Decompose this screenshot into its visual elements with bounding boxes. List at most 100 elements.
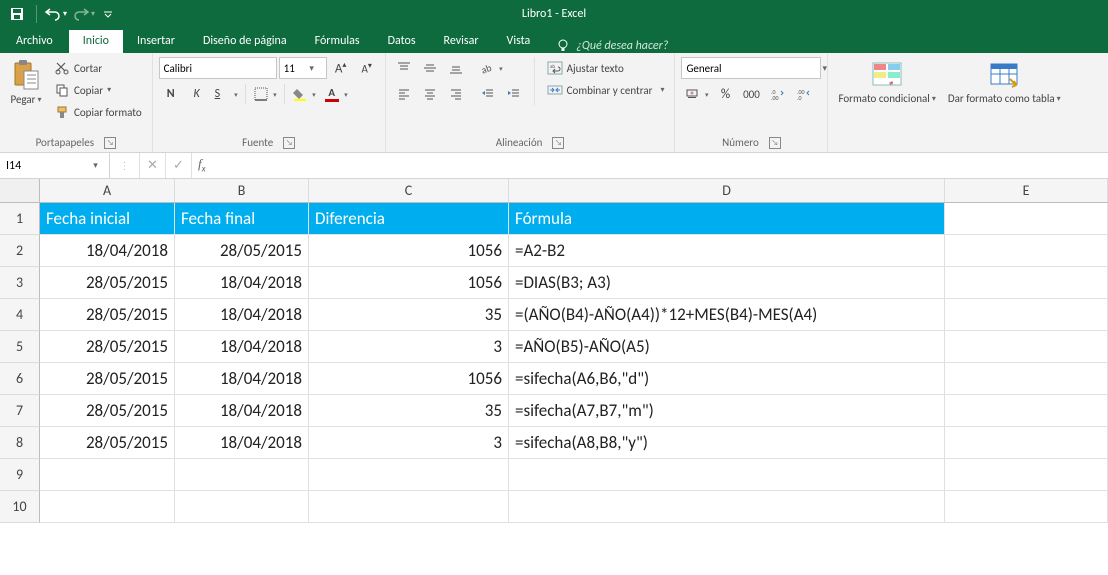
- cell-B10[interactable]: [175, 491, 309, 523]
- row-header-1[interactable]: 1: [0, 203, 40, 235]
- tab-review[interactable]: Revisar: [430, 30, 493, 53]
- cell-E9[interactable]: [945, 459, 1108, 491]
- underline-button[interactable]: S: [211, 83, 241, 105]
- cell-C8[interactable]: 3: [309, 427, 509, 459]
- cell-C10[interactable]: [309, 491, 509, 523]
- cell-A3[interactable]: 28/05/2015: [40, 267, 175, 299]
- cell-D1[interactable]: Fórmula: [509, 203, 945, 235]
- qat-customize[interactable]: [99, 2, 117, 26]
- row-header-9[interactable]: 9: [0, 459, 40, 491]
- font-name-combo[interactable]: ▾: [159, 57, 277, 79]
- cell-D5[interactable]: =AÑO(B5)-AÑO(A5): [509, 331, 945, 363]
- cell-E8[interactable]: [945, 427, 1108, 459]
- increase-font-button[interactable]: A▴: [329, 57, 353, 79]
- cell-C3[interactable]: 1056: [309, 267, 509, 299]
- cell-B6[interactable]: 18/04/2018: [175, 363, 309, 395]
- format-as-table-button[interactable]: Dar formato como tabla▾: [944, 57, 1065, 107]
- cell-E6[interactable]: [945, 363, 1108, 395]
- cell-A7[interactable]: 28/05/2015: [40, 395, 175, 427]
- font-size-input[interactable]: [280, 62, 304, 75]
- cell-C9[interactable]: [309, 459, 509, 491]
- col-header-D[interactable]: D: [509, 179, 945, 202]
- wrap-text-button[interactable]: ab Ajustar texto: [543, 57, 669, 79]
- alignment-dialog-launcher[interactable]: ↘: [552, 137, 564, 149]
- name-box[interactable]: ▾: [0, 153, 110, 178]
- row-header-10[interactable]: 10: [0, 491, 40, 523]
- row-header-4[interactable]: 4: [0, 299, 40, 331]
- name-box-dropdown[interactable]: ▾: [82, 160, 109, 171]
- row-header-6[interactable]: 6: [0, 363, 40, 395]
- align-bottom-button[interactable]: [444, 57, 468, 79]
- formula-input[interactable]: [212, 153, 1108, 178]
- comma-format-button[interactable]: 000: [739, 83, 763, 105]
- cell-D3[interactable]: =DIAS(B3; A3): [509, 267, 945, 299]
- cell-D7[interactable]: =sifecha(A7,B7,"m"): [509, 395, 945, 427]
- italic-button[interactable]: K: [185, 83, 209, 105]
- col-header-E[interactable]: E: [945, 179, 1108, 202]
- cell-E5[interactable]: [945, 331, 1108, 363]
- align-center-button[interactable]: [418, 83, 442, 105]
- font-color-button[interactable]: A: [321, 83, 351, 105]
- cell-C7[interactable]: 35: [309, 395, 509, 427]
- number-dialog-launcher[interactable]: ↘: [769, 137, 781, 149]
- merge-center-button[interactable]: Combinar y centrar▾: [543, 79, 669, 101]
- cell-A9[interactable]: [40, 459, 175, 491]
- cell-C4[interactable]: 35: [309, 299, 509, 331]
- cell-C2[interactable]: 1056: [309, 235, 509, 267]
- tab-insert[interactable]: Insertar: [123, 30, 189, 53]
- percent-format-button[interactable]: %: [713, 83, 737, 105]
- tab-home[interactable]: Inicio: [69, 30, 123, 53]
- cell-B9[interactable]: [175, 459, 309, 491]
- number-format-dropdown[interactable]: ▾: [822, 63, 827, 74]
- format-painter-button[interactable]: Copiar formato: [50, 101, 146, 123]
- cell-D10[interactable]: [509, 491, 945, 523]
- cell-B4[interactable]: 18/04/2018: [175, 299, 309, 331]
- row-header-5[interactable]: 5: [0, 331, 40, 363]
- borders-button[interactable]: [250, 83, 280, 105]
- tab-page-layout[interactable]: Diseño de página: [189, 30, 301, 53]
- col-header-B[interactable]: B: [175, 179, 309, 202]
- decrease-decimal-button[interactable]: .00.0: [791, 83, 815, 105]
- cell-C6[interactable]: 1056: [309, 363, 509, 395]
- cell-D6[interactable]: =sifecha(A6,B6,"d"): [509, 363, 945, 395]
- accounting-format-button[interactable]: [681, 83, 711, 105]
- cell-D4[interactable]: =(AÑO(B4)-AÑO(A4))*12+MES(B4)-MES(A4): [509, 299, 945, 331]
- cell-C5[interactable]: 3: [309, 331, 509, 363]
- cell-E3[interactable]: [945, 267, 1108, 299]
- row-header-7[interactable]: 7: [0, 395, 40, 427]
- number-format-input[interactable]: [682, 62, 822, 75]
- align-middle-button[interactable]: [418, 57, 442, 79]
- row-header-2[interactable]: 2: [0, 235, 40, 267]
- name-box-input[interactable]: [0, 159, 82, 173]
- cell-D8[interactable]: =sifecha(A8,B8,"y"): [509, 427, 945, 459]
- cell-A2[interactable]: 18/04/2018: [40, 235, 175, 267]
- copy-button[interactable]: Copiar▾: [50, 79, 146, 101]
- cell-A5[interactable]: 28/05/2015: [40, 331, 175, 363]
- font-size-dropdown[interactable]: ▾: [304, 63, 320, 74]
- cell-A8[interactable]: 28/05/2015: [40, 427, 175, 459]
- cancel-formula-button[interactable]: ✕: [140, 153, 166, 178]
- cell-D9[interactable]: [509, 459, 945, 491]
- decrease-indent-button[interactable]: [476, 83, 500, 105]
- increase-decimal-button[interactable]: .0.00: [765, 83, 789, 105]
- align-top-button[interactable]: [392, 57, 416, 79]
- conditional-format-button[interactable]: ≠ Formato condicional▾: [834, 57, 939, 107]
- font-size-combo[interactable]: ▾: [279, 57, 327, 79]
- cell-E4[interactable]: [945, 299, 1108, 331]
- confirm-formula-button[interactable]: ✓: [166, 153, 192, 178]
- orientation-button[interactable]: ab: [476, 57, 506, 79]
- col-header-C[interactable]: C: [309, 179, 509, 202]
- cell-E2[interactable]: [945, 235, 1108, 267]
- cell-B7[interactable]: 18/04/2018: [175, 395, 309, 427]
- cell-B3[interactable]: 18/04/2018: [175, 267, 309, 299]
- cell-B2[interactable]: 28/05/2015: [175, 235, 309, 267]
- align-right-button[interactable]: [444, 83, 468, 105]
- cell-E10[interactable]: [945, 491, 1108, 523]
- align-left-button[interactable]: [392, 83, 416, 105]
- cut-button[interactable]: Cortar: [50, 57, 146, 79]
- fill-color-button[interactable]: [289, 83, 319, 105]
- cell-B5[interactable]: 18/04/2018: [175, 331, 309, 363]
- tab-view[interactable]: Vista: [493, 30, 545, 53]
- cell-A1[interactable]: Fecha inicial: [40, 203, 175, 235]
- redo-button[interactable]: ▾: [71, 2, 97, 26]
